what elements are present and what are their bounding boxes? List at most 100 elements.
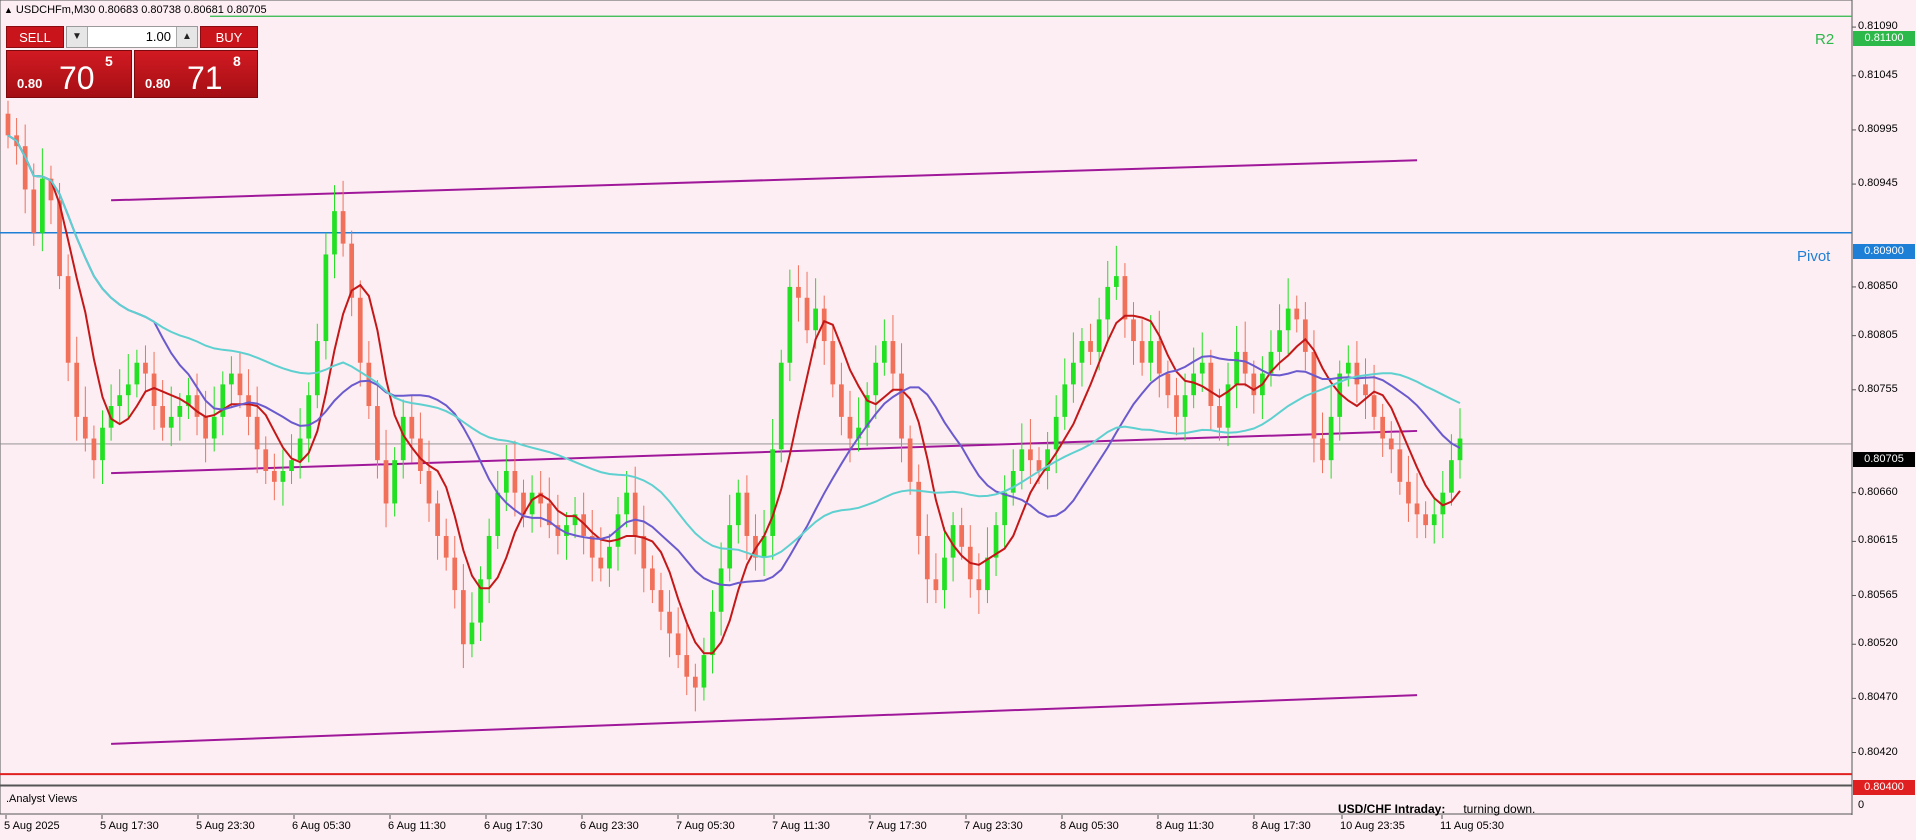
candle-body: [976, 579, 982, 591]
candle-body: [1174, 395, 1179, 417]
candle-body: [1019, 449, 1025, 471]
candle-body: [847, 416, 853, 439]
candle-body: [340, 211, 346, 244]
buy-button[interactable]: BUY: [200, 26, 258, 48]
candle-body: [160, 406, 166, 428]
candle-body: [1002, 492, 1008, 526]
candle-body: [1406, 481, 1411, 504]
lot-increase-icon[interactable]: ▲: [176, 27, 197, 47]
candle-body: [942, 557, 947, 591]
sell-price-fraction: 5: [105, 53, 113, 69]
candle-body: [1191, 373, 1197, 396]
pivot-label: Pivot: [1797, 248, 1831, 265]
candle-body: [830, 341, 836, 385]
candle-body: [246, 395, 251, 417]
candle-body: [787, 286, 793, 363]
candle-body: [134, 362, 140, 385]
x-tick-label: 8 Aug 11:30: [1156, 820, 1214, 832]
candle-body: [1431, 514, 1437, 526]
candle-body: [1122, 276, 1128, 320]
candle-body: [443, 535, 449, 558]
price-chart[interactable]: [0, 0, 1916, 840]
one-click-trading-panel: SELL ▼ 1.00 ▲ BUY 0.80 70 5 0.80 71 8: [6, 26, 258, 98]
candle-body: [211, 416, 217, 439]
candle-body: [306, 395, 312, 439]
lot-size-value[interactable]: 1.00: [89, 27, 175, 47]
y-tick-label: 0.80945: [1858, 177, 1898, 190]
candle-body: [1208, 362, 1214, 407]
candle-body: [684, 655, 690, 677]
y-tick-label: 0.80470: [1858, 691, 1898, 704]
x-tick-label: 7 Aug 23:30: [964, 820, 1023, 832]
candle-body: [933, 579, 939, 591]
x-tick-label: 11 Aug 05:30: [1440, 820, 1505, 832]
collapse-triangle-icon[interactable]: ▲: [4, 5, 13, 15]
candle-body: [1251, 373, 1257, 396]
candle-body: [890, 341, 896, 374]
candle-body: [237, 373, 243, 396]
candle-body: [778, 362, 784, 450]
candle-body: [254, 416, 260, 450]
candle-body: [1234, 351, 1239, 385]
candle-body: [959, 525, 965, 547]
candle-body: [452, 557, 458, 591]
candle-body: [314, 341, 320, 396]
candle-body: [667, 611, 672, 634]
candle-body: [469, 622, 475, 645]
candle-body: [357, 297, 363, 363]
candle-body: [495, 492, 501, 536]
candle-body: [503, 471, 509, 493]
candle-body: [1302, 319, 1308, 352]
candle-body: [1320, 438, 1325, 461]
y-tick-label: 0.80850: [1858, 279, 1898, 292]
x-tick-label: 8 Aug 05:30: [1060, 820, 1119, 832]
candle-body: [873, 362, 879, 396]
candle-body: [125, 384, 131, 396]
sell-price-box[interactable]: 0.80 70 5: [6, 50, 132, 98]
candle-body: [658, 590, 664, 612]
candle-body: [229, 373, 234, 385]
candle-body: [710, 611, 715, 656]
lot-size-field[interactable]: ▼ 1.00 ▲: [66, 26, 198, 48]
candle-body: [91, 438, 97, 461]
y-tick-label: 0.80995: [1858, 122, 1898, 135]
x-tick-label: 6 Aug 17:30: [484, 820, 543, 832]
candle-body: [460, 590, 466, 645]
lot-decrease-icon[interactable]: ▼: [67, 27, 88, 47]
analyst-subwindow: [0, 785, 1853, 815]
candle-body: [1113, 276, 1119, 287]
x-tick-label: 7 Aug 11:30: [772, 820, 830, 832]
candle-body: [804, 297, 810, 331]
support-price-tag: 0.80400: [1853, 780, 1915, 795]
buy-price-box[interactable]: 0.80 71 8: [134, 50, 258, 98]
x-tick-label: 6 Aug 05:30: [292, 820, 351, 832]
chart-title: ▲ USDCHFm,M30 0.80683 0.80738 0.80681 0.8…: [4, 4, 267, 16]
subwindow-zero-tick: 0: [1858, 799, 1865, 811]
candle-body: [907, 438, 913, 482]
r2-price-tag: 0.81100: [1853, 31, 1915, 46]
candle-body: [203, 416, 208, 439]
symbol-line: USDCHFm,M30 0.80683 0.80738 0.80681 0.80…: [15, 4, 267, 16]
sell-button[interactable]: SELL: [6, 26, 64, 48]
candle-body: [177, 406, 183, 417]
candle-body: [813, 308, 818, 331]
candle-body: [624, 492, 629, 515]
y-tick-label: 0.80420: [1858, 745, 1898, 758]
candle-body: [692, 676, 698, 688]
y-tick-label: 0.80565: [1858, 588, 1898, 601]
candle-body: [924, 535, 930, 580]
candle-body: [1071, 362, 1076, 385]
candle-body: [1096, 319, 1102, 352]
candle-body: [607, 546, 612, 569]
candle-body: [74, 362, 80, 417]
candle-body: [1148, 341, 1154, 363]
candle-body: [1371, 395, 1377, 417]
candle-body: [512, 471, 518, 493]
candle-body: [1414, 503, 1420, 515]
candle-body: [1380, 416, 1386, 439]
candle-body: [289, 460, 294, 471]
candle-body: [1028, 449, 1033, 461]
sell-price-pips: 70: [59, 60, 95, 96]
candle-body: [1088, 341, 1093, 352]
candle-body: [1182, 395, 1188, 417]
